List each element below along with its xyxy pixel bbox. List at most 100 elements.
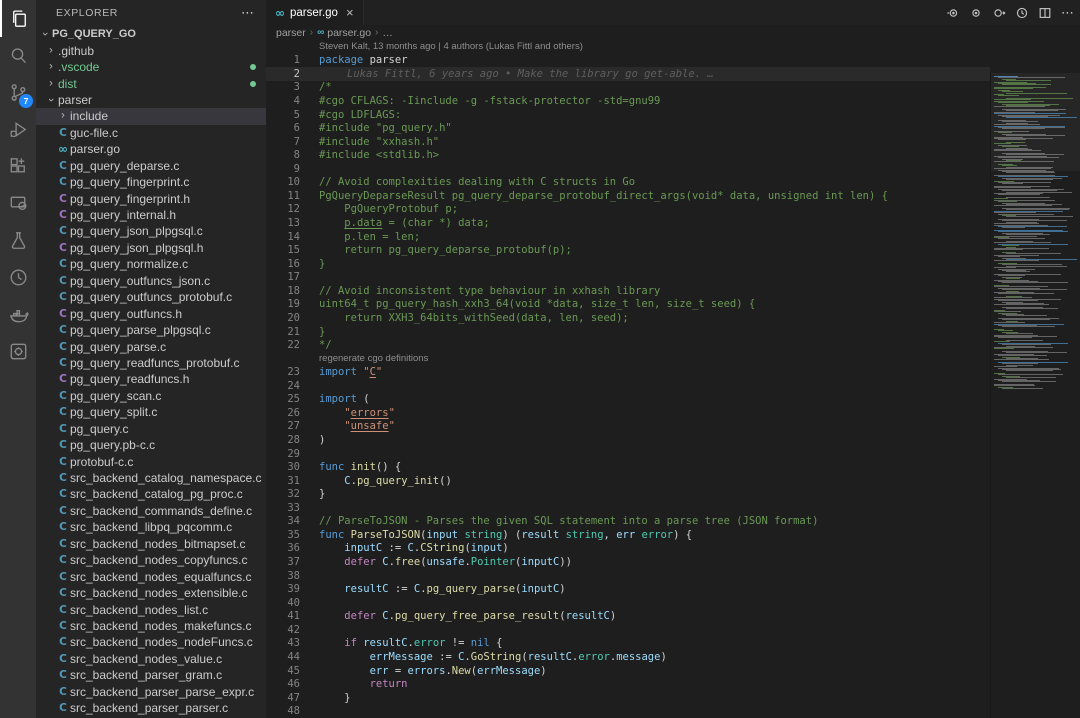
line-number[interactable]: 39 xyxy=(266,583,300,595)
code-line[interactable]: 9 xyxy=(266,162,990,176)
code-line[interactable]: 36 inputC := C.CString(input) xyxy=(266,542,990,556)
gear-box-icon[interactable] xyxy=(0,333,36,370)
line-number[interactable]: 38 xyxy=(266,570,300,582)
breadcrumb-symbol[interactable]: … xyxy=(382,27,393,39)
line-number[interactable]: 30 xyxy=(266,461,300,473)
code-line[interactable]: 39 resultC := C.pg_query_parse(inputC) xyxy=(266,582,990,596)
code-line[interactable]: 5#cgo LDFLAGS: xyxy=(266,108,990,122)
line-number[interactable]: 28 xyxy=(266,434,300,446)
line-number[interactable]: 33 xyxy=(266,502,300,514)
line-number[interactable]: 26 xyxy=(266,407,300,419)
code-line[interactable]: 18// Avoid inconsistent type behaviour i… xyxy=(266,284,990,298)
line-number[interactable]: 23 xyxy=(266,366,300,378)
folder-item[interactable]: ›.vscode xyxy=(36,59,266,75)
more-actions-icon[interactable]: ⋯ xyxy=(241,5,254,21)
file-item[interactable]: Csrc_backend_nodes_list.c xyxy=(36,601,266,617)
codelens-link[interactable]: regenerate cgo definitions xyxy=(319,353,428,364)
code-line[interactable]: 38 xyxy=(266,569,990,583)
line-number[interactable]: 12 xyxy=(266,203,300,215)
tab-parser-go[interactable]: ∞ parser.go × xyxy=(266,0,364,25)
file-item[interactable]: Cpg_query_parse_plpgsql.c xyxy=(36,322,266,338)
code-line[interactable]: 16} xyxy=(266,257,990,271)
code-line[interactable]: 44 errMessage := C.GoString(resultC.erro… xyxy=(266,650,990,664)
extensions-icon[interactable] xyxy=(0,148,36,185)
code-line[interactable]: 41 defer C.pg_query_free_parse_result(re… xyxy=(266,610,990,624)
tree-root-item[interactable]: ›PG_QUERY_GO xyxy=(36,26,266,42)
code-line[interactable]: 28) xyxy=(266,433,990,447)
file-item[interactable]: Csrc_backend_commands_define.c xyxy=(36,503,266,519)
file-item[interactable]: Csrc_backend_parser_parser.c xyxy=(36,700,266,716)
minimap[interactable] xyxy=(990,73,1080,718)
file-item[interactable]: Cpg_query_readfuncs.h xyxy=(36,371,266,387)
file-item[interactable]: Cprotobuf-c.c xyxy=(36,453,266,469)
more-actions-icon[interactable]: ⋯ xyxy=(1061,5,1074,21)
file-item[interactable]: Cguc-file.c xyxy=(36,125,266,141)
code-line[interactable]: 30func init() { xyxy=(266,460,990,474)
close-icon[interactable]: × xyxy=(346,5,354,20)
line-number[interactable]: 14 xyxy=(266,231,300,243)
codelens-link[interactable]: Steven Kalt, 13 months ago | 4 authors (… xyxy=(319,41,583,52)
line-number[interactable]: 7 xyxy=(266,136,300,148)
line-number[interactable]: 34 xyxy=(266,515,300,527)
code-line[interactable]: 6#include "pg_query.h" xyxy=(266,121,990,135)
line-number[interactable]: 24 xyxy=(266,380,300,392)
file-item[interactable]: Cpg_query_normalize.c xyxy=(36,256,266,272)
code-line[interactable]: 12 PgQueryProtobuf p; xyxy=(266,203,990,217)
line-number[interactable]: 11 xyxy=(266,190,300,202)
code-line[interactable]: 20 return XXH3_64bits_withSeed(data, len… xyxy=(266,311,990,325)
code-line[interactable]: 24 xyxy=(266,379,990,393)
breadcrumb-file[interactable]: ∞ parser.go xyxy=(317,27,371,39)
code-line[interactable]: 34// ParseToJSON - Parses the given SQL … xyxy=(266,515,990,529)
line-number[interactable]: 37 xyxy=(266,556,300,568)
gitlens-changes-icon[interactable] xyxy=(992,6,1006,20)
file-item[interactable]: Csrc_backend_parser_parse_expr.c xyxy=(36,684,266,700)
explorer-icon[interactable] xyxy=(0,0,36,37)
file-item[interactable]: Csrc_backend_catalog_namespace.c xyxy=(36,470,266,486)
code-line[interactable]: 47 } xyxy=(266,691,990,705)
line-number[interactable]: 43 xyxy=(266,637,300,649)
breadcrumb-folder[interactable]: parser xyxy=(276,27,306,39)
code-line[interactable]: 14 p.len = len; xyxy=(266,230,990,244)
file-item[interactable]: Cpg_query_json_plpgsql.c xyxy=(36,223,266,239)
file-item[interactable]: Cpg_query_parse.c xyxy=(36,338,266,354)
code-line[interactable]: 26 "errors" xyxy=(266,406,990,420)
file-item[interactable]: Cpg_query.c xyxy=(36,421,266,437)
file-item[interactable]: Cpg_query_json_plpgsql.h xyxy=(36,240,266,256)
docker-icon[interactable] xyxy=(0,296,36,333)
file-item[interactable]: Cpg_query_outfuncs.h xyxy=(36,305,266,321)
code-line[interactable]: 37 defer C.free(unsafe.Pointer(inputC)) xyxy=(266,555,990,569)
file-item[interactable]: Csrc_backend_nodes_nodeFuncs.c xyxy=(36,634,266,650)
file-item[interactable]: Cpg_query_split.c xyxy=(36,404,266,420)
line-number[interactable]: 8 xyxy=(266,149,300,161)
folder-item[interactable]: ›dist xyxy=(36,75,266,91)
code-line[interactable]: 31 C.pg_query_init() xyxy=(266,474,990,488)
code-line[interactable]: 43 if resultC.error != nil { xyxy=(266,637,990,651)
line-number[interactable]: 13 xyxy=(266,217,300,229)
line-number[interactable]: 32 xyxy=(266,488,300,500)
line-number[interactable]: 25 xyxy=(266,393,300,405)
line-number[interactable]: 15 xyxy=(266,244,300,256)
remote-explorer-icon[interactable] xyxy=(0,185,36,222)
file-item[interactable]: Csrc_backend_nodes_extensible.c xyxy=(36,585,266,601)
line-number[interactable]: 22 xyxy=(266,339,300,351)
line-number[interactable]: 47 xyxy=(266,692,300,704)
line-number[interactable]: 9 xyxy=(266,163,300,175)
file-item[interactable]: Csrc_backend_nodes_copyfuncs.c xyxy=(36,552,266,568)
code-line[interactable]: 32} xyxy=(266,487,990,501)
line-number[interactable]: 10 xyxy=(266,176,300,188)
line-number[interactable]: 42 xyxy=(266,624,300,636)
code-line[interactable]: 19uint64_t pg_query_hash_xxh3_64(void *d… xyxy=(266,298,990,312)
run-debug-icon[interactable] xyxy=(0,111,36,148)
code-line[interactable]: 17 xyxy=(266,271,990,285)
file-item[interactable]: Cpg_query_outfuncs_json.c xyxy=(36,273,266,289)
line-number[interactable]: 1 xyxy=(266,54,300,66)
file-item[interactable]: Cpg_query_fingerprint.c xyxy=(36,174,266,190)
file-item[interactable]: Cpg_query_scan.c xyxy=(36,388,266,404)
line-number[interactable]: 27 xyxy=(266,420,300,432)
file-item[interactable]: Cpg_query_readfuncs_protobuf.c xyxy=(36,355,266,371)
testing-flask-icon[interactable] xyxy=(0,222,36,259)
line-number[interactable]: 2 xyxy=(266,68,300,80)
line-number[interactable]: 3 xyxy=(266,81,300,93)
gitlens-heatmap-icon[interactable] xyxy=(969,6,983,20)
line-number[interactable]: 5 xyxy=(266,109,300,121)
